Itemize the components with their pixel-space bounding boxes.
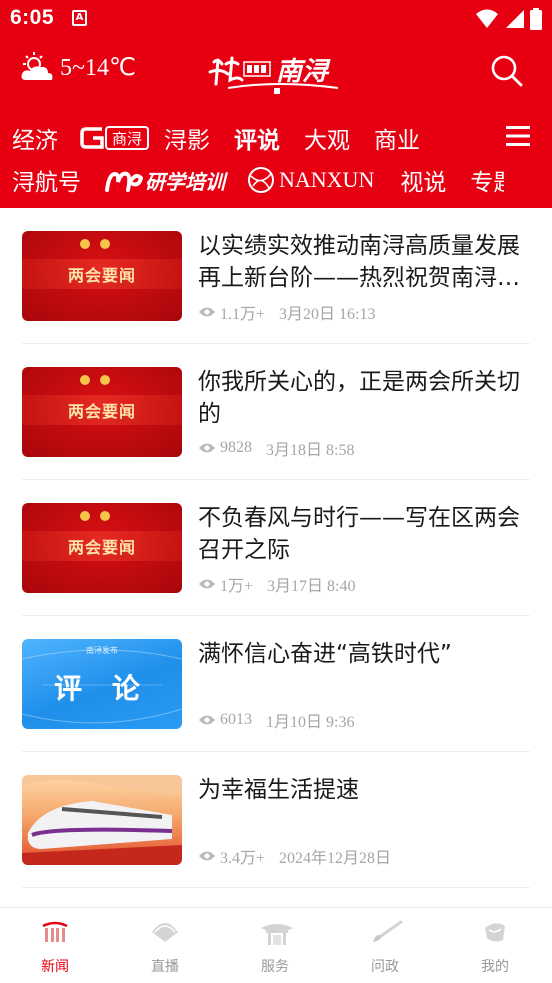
status-time: 6:05 bbox=[10, 6, 55, 29]
research-logo-icon bbox=[105, 171, 143, 192]
news-item[interactable]: 南浔发布 评 论 满怀信心奋进“高铁时代” 6013 1月10日 9:36 bbox=[22, 616, 530, 752]
tab-service[interactable]: 服务 bbox=[220, 908, 330, 983]
weather-widget[interactable]: 5~14℃ bbox=[18, 52, 136, 82]
news-item[interactable]: 为幸福生活提速 3.4万+ 2024年12月28日 bbox=[22, 752, 530, 888]
status-bar: 6:05 A bbox=[0, 0, 552, 38]
channel-tab-research-label: 研学培训 bbox=[145, 169, 225, 194]
news-item[interactable]: 两会要闻 以实绩实效推动南浔高质量发展再上新台阶——热烈祝贺南浔区两会胜利召开 … bbox=[22, 208, 530, 344]
app-logo[interactable]: 南浔 bbox=[208, 50, 348, 96]
publish-date: 3月17日 8:40 bbox=[267, 578, 356, 595]
channel-tab-shishuo[interactable]: 视说 bbox=[400, 163, 446, 197]
publish-date: 1月10日 9:36 bbox=[266, 714, 355, 731]
news-thumbnail: 两会要闻 bbox=[22, 503, 182, 593]
view-count: 3.4万+ bbox=[220, 850, 266, 867]
publish-date: 2024年12月28日 bbox=[279, 850, 392, 867]
brush-icon bbox=[373, 920, 403, 942]
signal-icon bbox=[506, 10, 524, 28]
eye-icon bbox=[199, 443, 215, 453]
news-meta: 1万+ 3月17日 8:40 bbox=[198, 572, 355, 596]
eye-icon bbox=[199, 715, 215, 725]
emblem-icon bbox=[100, 239, 110, 249]
tab-profile[interactable]: 我的 bbox=[440, 908, 550, 983]
channel-tab-research[interactable]: 研学培训 bbox=[105, 166, 225, 195]
eye-icon bbox=[199, 307, 215, 317]
news-title: 你我所关心的，正是两会所关切的 bbox=[198, 369, 520, 427]
channel-tab-nanxun-label: NANXUN bbox=[279, 167, 375, 192]
svg-text:商浔: 商浔 bbox=[112, 130, 142, 148]
eye-icon bbox=[199, 851, 215, 861]
news-gate-icon bbox=[42, 921, 68, 942]
emblem-icon bbox=[100, 375, 110, 385]
sun-cloud-icon bbox=[21, 52, 53, 80]
channel-tab-daguan[interactable]: 大观 bbox=[304, 121, 350, 155]
tab-service-label: 服务 bbox=[261, 959, 289, 975]
thumbnail-label: 两会要闻 bbox=[67, 266, 136, 285]
view-count: 1万+ bbox=[220, 578, 254, 595]
thumbnail-label: 两会要闻 bbox=[67, 538, 136, 557]
emblem-icon bbox=[80, 375, 90, 385]
news-meta: 3.4万+ 2024年12月28日 bbox=[198, 844, 391, 868]
tab-live-label: 直播 bbox=[151, 959, 179, 975]
publish-date: 3月20日 16:13 bbox=[279, 306, 376, 323]
gshangxun-logo-icon: 商浔 bbox=[80, 126, 149, 150]
channel-tab-business[interactable]: 商业 bbox=[374, 121, 420, 155]
channel-row-1: 经济 商浔 浔影 评说 大观 商业 bbox=[12, 118, 420, 158]
tab-profile-label: 我的 bbox=[481, 959, 509, 975]
view-count: 6013 bbox=[220, 711, 252, 728]
channel-tab-gshangxun[interactable]: 商浔 bbox=[80, 123, 150, 153]
train-image bbox=[22, 775, 182, 865]
tab-live[interactable]: 直播 bbox=[110, 908, 220, 983]
service-pavilion-icon bbox=[261, 924, 293, 945]
status-icons bbox=[476, 8, 542, 30]
channel-tab-economy[interactable]: 经济 bbox=[12, 121, 58, 155]
news-title: 为幸福生活提速 bbox=[198, 777, 359, 803]
channel-tab-xunhanghao[interactable]: 浔航号 bbox=[12, 163, 81, 197]
news-item[interactable]: 两会要闻 你我所关心的，正是两会所关切的 9828 3月18日 8:58 bbox=[22, 344, 530, 480]
view-count: 9828 bbox=[220, 439, 252, 456]
news-thumbnail: 南浔发布 评 论 bbox=[22, 639, 182, 729]
news-meta: 1.1万+ 3月20日 16:13 bbox=[198, 300, 375, 324]
tab-wenzheng-label: 问政 bbox=[371, 959, 399, 975]
profile-shell-icon bbox=[485, 923, 505, 942]
app-notification-icon: A bbox=[72, 10, 87, 26]
logo-text: 南浔 bbox=[276, 57, 331, 87]
emblem-icon bbox=[100, 511, 110, 521]
news-meta: 6013 1月10日 9:36 bbox=[198, 708, 354, 732]
news-thumbnail bbox=[22, 775, 182, 865]
news-thumbnail: 两会要闻 bbox=[22, 367, 182, 457]
app-header: 5~14℃ 南浔 经济 商浔 浔影 评说 大观 商业 浔航号 研学培训 NANX… bbox=[0, 38, 552, 208]
view-count: 1.1万+ bbox=[220, 306, 266, 323]
search-icon[interactable] bbox=[490, 54, 524, 88]
channel-tab-topic[interactable]: 专题 bbox=[470, 163, 504, 197]
publish-date: 3月18日 8:58 bbox=[266, 442, 355, 459]
news-title: 满怀信心奋进“高铁时代” bbox=[198, 641, 452, 667]
battery-icon bbox=[530, 8, 542, 30]
tab-news[interactable]: 新闻 bbox=[0, 908, 110, 983]
thumbnail-label: 两会要闻 bbox=[67, 402, 136, 421]
tab-wenzheng[interactable]: 问政 bbox=[330, 908, 440, 983]
live-fan-icon bbox=[152, 923, 178, 942]
wifi-icon bbox=[476, 9, 498, 28]
channel-row-2: 浔航号 研学培训 NANXUN 视说 专题 bbox=[12, 160, 504, 200]
eye-icon bbox=[199, 579, 215, 589]
bottom-tab-bar: 新闻 直播 服务 问政 我的 bbox=[0, 907, 552, 983]
channel-tab-xunying[interactable]: 浔影 bbox=[164, 121, 210, 155]
channel-tab-pingshuo[interactable]: 评说 bbox=[234, 121, 280, 155]
nanxun-globe-icon bbox=[248, 167, 274, 193]
news-item[interactable]: 两会要闻 不负春风与时行——写在区两会召开之际 1万+ 3月17日 8:40 bbox=[22, 480, 530, 616]
news-title: 以实绩实效推动南浔高质量发展再上新台阶——热烈祝贺南浔区两会胜利召开 bbox=[198, 233, 520, 291]
weather-text: 5~14℃ bbox=[60, 54, 136, 81]
emblem-icon bbox=[80, 239, 90, 249]
news-meta: 9828 3月18日 8:58 bbox=[198, 436, 354, 460]
news-thumbnail: 两会要闻 bbox=[22, 231, 182, 321]
emblem-icon bbox=[80, 511, 90, 521]
channel-tab-nanxun[interactable]: NANXUN bbox=[247, 166, 374, 194]
thumbnail-label: 评 论 bbox=[54, 672, 150, 705]
menu-icon[interactable] bbox=[506, 124, 530, 148]
news-title: 不负春风与时行——写在区两会召开之际 bbox=[198, 505, 520, 563]
tab-news-label: 新闻 bbox=[41, 959, 69, 975]
